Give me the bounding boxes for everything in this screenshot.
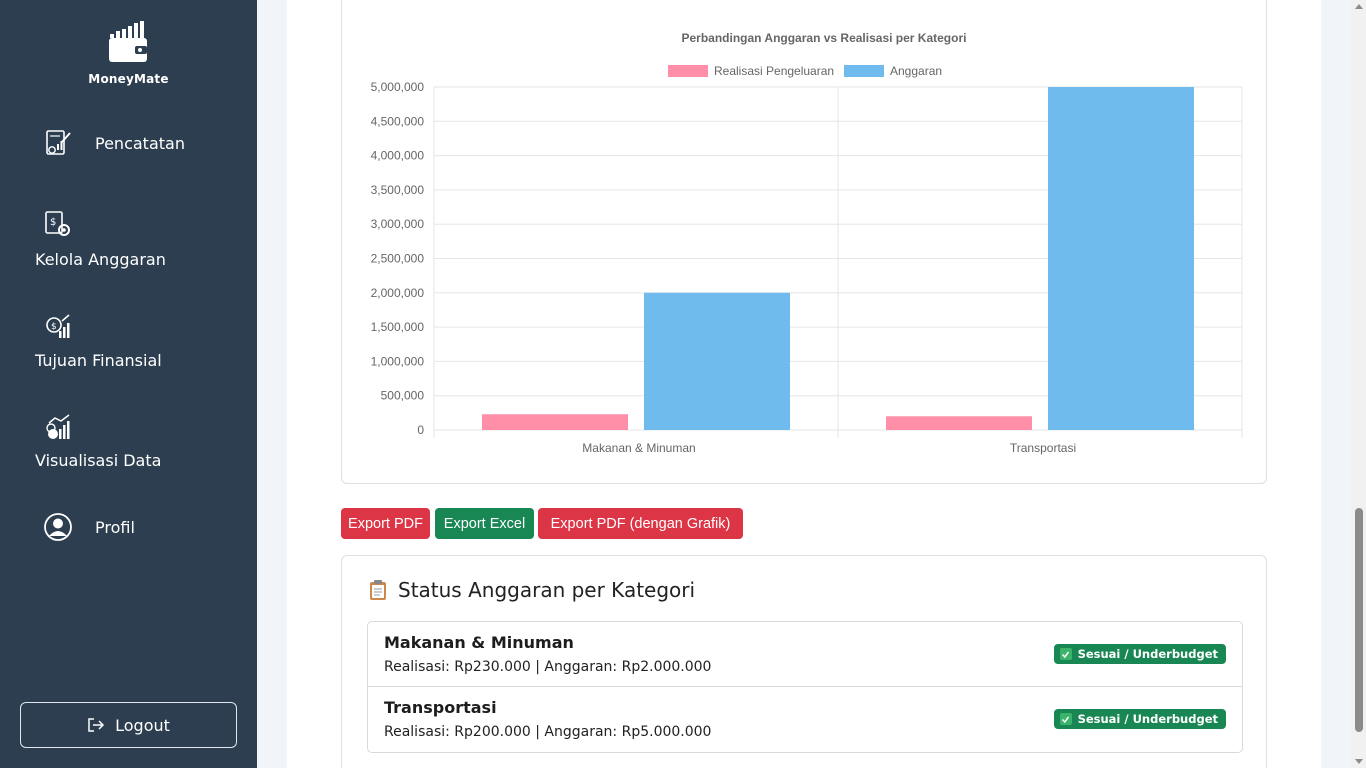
chart-card: Perbandingan Anggaran vs Realisasi per K… [341, 0, 1267, 484]
y-tick-label: 5,000,000 [371, 80, 425, 94]
clipboard-icon [370, 580, 386, 600]
y-tick-label: 3,500,000 [371, 183, 425, 197]
brand[interactable]: MoneyMate [0, 20, 257, 86]
user-icon [44, 513, 72, 541]
scroll-down-icon[interactable] [1355, 759, 1363, 764]
legend-swatch [668, 65, 708, 77]
bar-realisasi [482, 414, 628, 430]
status-list: Makanan & Minuman Realisasi: Rp230.000 |… [367, 621, 1243, 753]
y-tick-label: 4,500,000 [371, 114, 425, 128]
y-tick-label: 500,000 [381, 389, 425, 403]
scroll-up-icon[interactable] [1355, 4, 1363, 9]
target-growth-icon: $ [46, 314, 70, 338]
check-icon [1059, 648, 1072, 660]
logout-label: Logout [115, 715, 170, 735]
status-title: Status Anggaran per Kategori [368, 578, 695, 602]
svg-text:$: $ [51, 322, 57, 332]
y-tick-label: 2,000,000 [371, 286, 425, 300]
y-tick-label: 3,000,000 [371, 217, 425, 231]
category-name: Transportasi [384, 698, 497, 717]
x-tick-label: Makanan & Minuman [582, 441, 695, 455]
sidebar: MoneyMate Pencatatan $ Kelola Anggaran $… [0, 0, 257, 768]
category-detail: Realisasi: Rp200.000 | Anggaran: Rp5.000… [384, 724, 712, 740]
legend-swatch [844, 65, 884, 77]
bar-anggaran [644, 292, 790, 430]
y-tick-label: 1,500,000 [371, 320, 425, 334]
sidebar-item-label: Visualisasi Data [35, 451, 162, 470]
scroll-thumb[interactable] [1355, 508, 1363, 732]
list-item: Makanan & Minuman Realisasi: Rp230.000 |… [368, 622, 1242, 687]
status-badge-label: Sesuai / Underbudget [1077, 647, 1218, 661]
sidebar-item-label: Pencatatan [95, 133, 185, 153]
main-content: Perbandingan Anggaran vs Realisasi per K… [287, 0, 1321, 768]
status-badge: Sesuai / Underbudget [1053, 709, 1226, 729]
y-tick-label: 4,000,000 [371, 149, 425, 163]
bar-realisasi [886, 416, 1032, 430]
report-icon [46, 130, 71, 155]
check-icon [1059, 713, 1072, 725]
legend-label: Anggaran [890, 64, 942, 78]
status-badge-label: Sesuai / Underbudget [1077, 712, 1218, 726]
page-scrollbar[interactable] [1351, 0, 1366, 768]
y-tick-label: 1,000,000 [371, 354, 425, 368]
chart-title: Perbandingan Anggaran vs Realisasi per K… [682, 31, 967, 45]
svg-text:$: $ [50, 217, 56, 228]
y-tick-label: 0 [417, 423, 424, 437]
sidebar-item-pencatatan[interactable]: Pencatatan [35, 128, 185, 158]
logout-icon [88, 718, 105, 732]
sidebar-item-visualisasi-data[interactable]: Visualisasi Data [35, 413, 161, 470]
export-pdf-button[interactable]: Export PDF [341, 508, 430, 539]
status-badge: Sesuai / Underbudget [1053, 644, 1226, 664]
budget-bar-chart: Perbandingan Anggaran vs Realisasi per K… [371, 31, 1243, 455]
sidebar-item-label: Profil [95, 517, 135, 537]
chart-growth-icon [46, 414, 70, 439]
logout-button[interactable]: Logout [20, 702, 237, 748]
y-tick-label: 2,500,000 [371, 252, 425, 266]
wallet-logo-icon [108, 21, 147, 62]
sidebar-item-kelola-anggaran[interactable]: $ Kelola Anggaran [35, 209, 166, 269]
export-excel-button[interactable]: Export Excel [435, 508, 534, 539]
x-tick-label: Transportasi [1010, 441, 1076, 455]
sidebar-item-tujuan-finansial[interactable]: $ Tujuan Finansial [35, 312, 162, 370]
export-pdf-chart-button[interactable]: Export PDF (dengan Grafik) [538, 508, 743, 539]
sidebar-item-profil[interactable]: Profil [35, 512, 135, 542]
status-card: Status Anggaran per Kategori Makanan & M… [341, 555, 1267, 768]
legend-label: Realisasi Pengeluaran [714, 64, 834, 78]
category-name: Makanan & Minuman [384, 633, 574, 652]
bar-anggaran [1048, 87, 1194, 430]
app-name: MoneyMate [88, 72, 169, 86]
sidebar-item-label: Kelola Anggaran [35, 250, 166, 269]
list-item: Transportasi Realisasi: Rp200.000 | Angg… [368, 687, 1242, 752]
sidebar-item-label: Tujuan Finansial [35, 351, 162, 370]
status-title-text: Status Anggaran per Kategori [398, 578, 696, 602]
category-detail: Realisasi: Rp230.000 | Anggaran: Rp2.000… [384, 659, 712, 675]
budget-gear-icon: $ [45, 211, 70, 236]
